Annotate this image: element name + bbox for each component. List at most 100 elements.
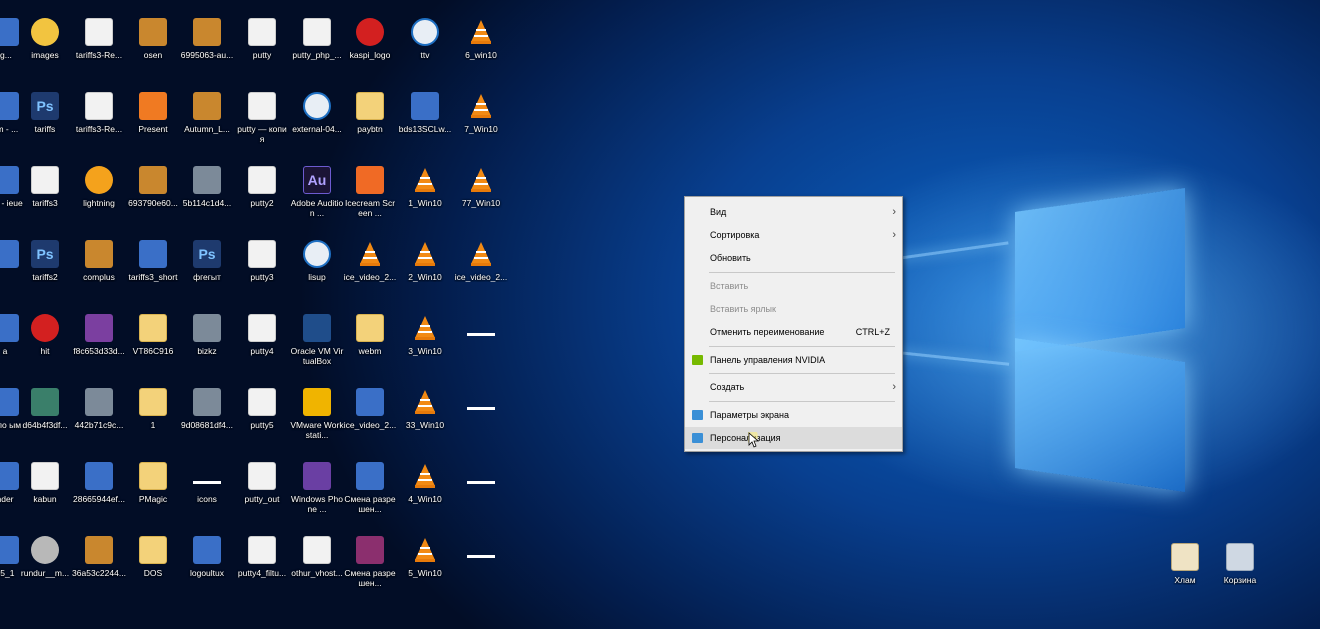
desktop-icon[interactable]: paybtn bbox=[343, 86, 397, 156]
desktop-icon[interactable]: putty5 bbox=[235, 382, 289, 452]
desktop-icon[interactable] bbox=[454, 456, 508, 526]
desktop-icon[interactable]: putty4_filtu... bbox=[235, 530, 289, 600]
doc-file-icon bbox=[248, 166, 276, 194]
desktop-icon[interactable]: Oracle VM VirtualBox bbox=[290, 308, 344, 378]
desktop-icon-label: complus bbox=[83, 272, 115, 282]
desktop-icon[interactable]: 28665944ef... bbox=[72, 456, 126, 526]
desktop-icon-label: Смена разрешен... bbox=[344, 568, 396, 588]
desktop-icon[interactable]: logoultux bbox=[180, 530, 234, 600]
desktop-icon[interactable]: Icecream Screen ... bbox=[343, 160, 397, 230]
desktop-icon[interactable]: 77_Win10 bbox=[454, 160, 508, 230]
chevron-right-icon: › bbox=[892, 229, 896, 241]
menu-item[interactable]: Вид › bbox=[685, 201, 902, 223]
desktop-icon[interactable]: 33_Win10 bbox=[398, 382, 452, 452]
desktop-icon[interactable] bbox=[454, 308, 508, 378]
desktop-icon[interactable]: ice_video_2... bbox=[454, 234, 508, 304]
desktop-icon[interactable]: putty2 bbox=[235, 160, 289, 230]
desktop-icon[interactable]: tariffs3_short bbox=[126, 234, 180, 304]
desktop-icon[interactable]: 693790e60... bbox=[126, 160, 180, 230]
desktop-icon[interactable]: tariffs3-Re... bbox=[72, 86, 126, 156]
desktop-icon[interactable]: ice_video_2... bbox=[343, 382, 397, 452]
desktop-icon[interactable]: 7_Win10 bbox=[454, 86, 508, 156]
chevron-right-icon: › bbox=[892, 381, 896, 393]
desktop-icon[interactable]: Ps tariffs2 bbox=[18, 234, 72, 304]
img-file-icon bbox=[193, 92, 221, 120]
folder-file-icon bbox=[139, 388, 167, 416]
desktop-icon[interactable]: Windows Phone ... bbox=[290, 456, 344, 526]
recycle-bin[interactable]: Корзина bbox=[1213, 537, 1267, 607]
desktop-icon[interactable]: osen bbox=[126, 12, 180, 82]
desktop-icon[interactable]: 2_Win10 bbox=[398, 234, 452, 304]
menu-item[interactable]: Сортировка › bbox=[685, 224, 902, 246]
desktop-icon-label: ttv bbox=[420, 50, 430, 60]
desktop-icon[interactable]: 6995063-au... bbox=[180, 12, 234, 82]
desktop-icon[interactable]: bds13SCLw... bbox=[398, 86, 452, 156]
desktop-icon[interactable]: Au Adobe Audition ... bbox=[290, 160, 344, 230]
desktop-icon[interactable]: 442b71c9c... bbox=[72, 382, 126, 452]
desktop-icon[interactable]: images bbox=[18, 12, 72, 82]
desktop-icon[interactable]: Autumn_L... bbox=[180, 86, 234, 156]
desktop-icon-label: 5_Win10 bbox=[408, 568, 442, 578]
menu-item[interactable]: Отменить переименование CTRL+Z bbox=[685, 321, 902, 343]
desktop-icon[interactable]: f8c653d33d... bbox=[72, 308, 126, 378]
doc-file-icon bbox=[248, 314, 276, 342]
desktop-icon[interactable]: d64b4f3df... bbox=[18, 382, 72, 452]
desktop-icon-label: 442b71c9c... bbox=[74, 420, 124, 430]
desktop-icon-label: putty4_filtu... bbox=[237, 568, 287, 578]
desktop-icon-label: putty bbox=[252, 50, 272, 60]
desktop-icon[interactable]: lisup bbox=[290, 234, 344, 304]
desktop-icon[interactable]: webm bbox=[343, 308, 397, 378]
desktop-icon-label: ice_video_2... bbox=[454, 272, 508, 282]
desktop-icon[interactable]: Ps tariffs bbox=[18, 86, 72, 156]
desktop-icon[interactable]: tariffs3-Re... bbox=[72, 12, 126, 82]
desktop-icon[interactable]: 9d08681df4... bbox=[180, 382, 234, 452]
desktop-icon[interactable] bbox=[454, 530, 508, 600]
desktop-icon[interactable]: putty bbox=[235, 12, 289, 82]
desktop-icon[interactable]: putty_out bbox=[235, 456, 289, 526]
desktop-icon[interactable]: Смена разрешен... bbox=[343, 456, 397, 526]
desktop-icon[interactable]: complus bbox=[72, 234, 126, 304]
desktop-icon[interactable]: VT86C916 bbox=[126, 308, 180, 378]
desktop-icon[interactable]: external-04... bbox=[290, 86, 344, 156]
menu-item-label: Параметры экрана bbox=[710, 410, 789, 420]
desktop-icon[interactable]: 5_Win10 bbox=[398, 530, 452, 600]
desktop-icon[interactable]: DOS bbox=[126, 530, 180, 600]
menu-item[interactable]: Обновить bbox=[685, 247, 902, 269]
menu-item[interactable]: Параметры экрана bbox=[685, 404, 902, 426]
desktop-icon[interactable]: Смена разрешен... bbox=[343, 530, 397, 600]
desktop-icon[interactable]: kabun bbox=[18, 456, 72, 526]
desktop-icon[interactable]: Ps фгегыт bbox=[180, 234, 234, 304]
desktop-icon[interactable]: 36a53c2244... bbox=[72, 530, 126, 600]
desktop-icon[interactable]: ttv bbox=[398, 12, 452, 82]
desktop-icon[interactable]: ice_video_2... bbox=[343, 234, 397, 304]
desktop-icon[interactable]: hit bbox=[18, 308, 72, 378]
desktop-icon[interactable]: kaspi_logo bbox=[343, 12, 397, 82]
desktop-icon[interactable]: putty — копия bbox=[235, 86, 289, 156]
desktop-icon[interactable]: icons bbox=[180, 456, 234, 526]
desktop-icon[interactable]: Present bbox=[126, 86, 180, 156]
img-file-icon bbox=[193, 18, 221, 46]
desktop-icon[interactable]: VMware Workstati... bbox=[290, 382, 344, 452]
desktop-icon[interactable]: othur_vhost... bbox=[290, 530, 344, 600]
desktop-icon[interactable]: 1 bbox=[126, 382, 180, 452]
desktop-icon[interactable]: rundur__m... bbox=[18, 530, 72, 600]
desktop-icon[interactable]: 6_win10 bbox=[454, 12, 508, 82]
desktop-icon[interactable] bbox=[454, 382, 508, 452]
desktop-icon[interactable]: 3_Win10 bbox=[398, 308, 452, 378]
desktop-icon[interactable]: putty3 bbox=[235, 234, 289, 304]
doc-file-icon bbox=[31, 462, 59, 490]
desktop-icon[interactable]: PMagic bbox=[126, 456, 180, 526]
menu-item[interactable]: Персонализация bbox=[685, 427, 902, 449]
desktop-icon[interactable]: 1_Win10 bbox=[398, 160, 452, 230]
desktop-icon[interactable]: tariffs3 bbox=[18, 160, 72, 230]
menu-item[interactable]: Создать › bbox=[685, 376, 902, 398]
line-file-icon bbox=[467, 388, 495, 416]
desktop-icon[interactable]: bizkz bbox=[180, 308, 234, 378]
folder-junk-icon-item[interactable]: Хлам bbox=[1158, 537, 1212, 607]
desktop-icon[interactable]: lightning bbox=[72, 160, 126, 230]
desktop-icon[interactable]: putty4 bbox=[235, 308, 289, 378]
desktop-icon[interactable]: 4_Win10 bbox=[398, 456, 452, 526]
menu-item[interactable]: Панель управления NVIDIA bbox=[685, 349, 902, 371]
desktop-icon[interactable]: 5b114c1d4... bbox=[180, 160, 234, 230]
desktop-icon[interactable]: putty_php_... bbox=[290, 12, 344, 82]
